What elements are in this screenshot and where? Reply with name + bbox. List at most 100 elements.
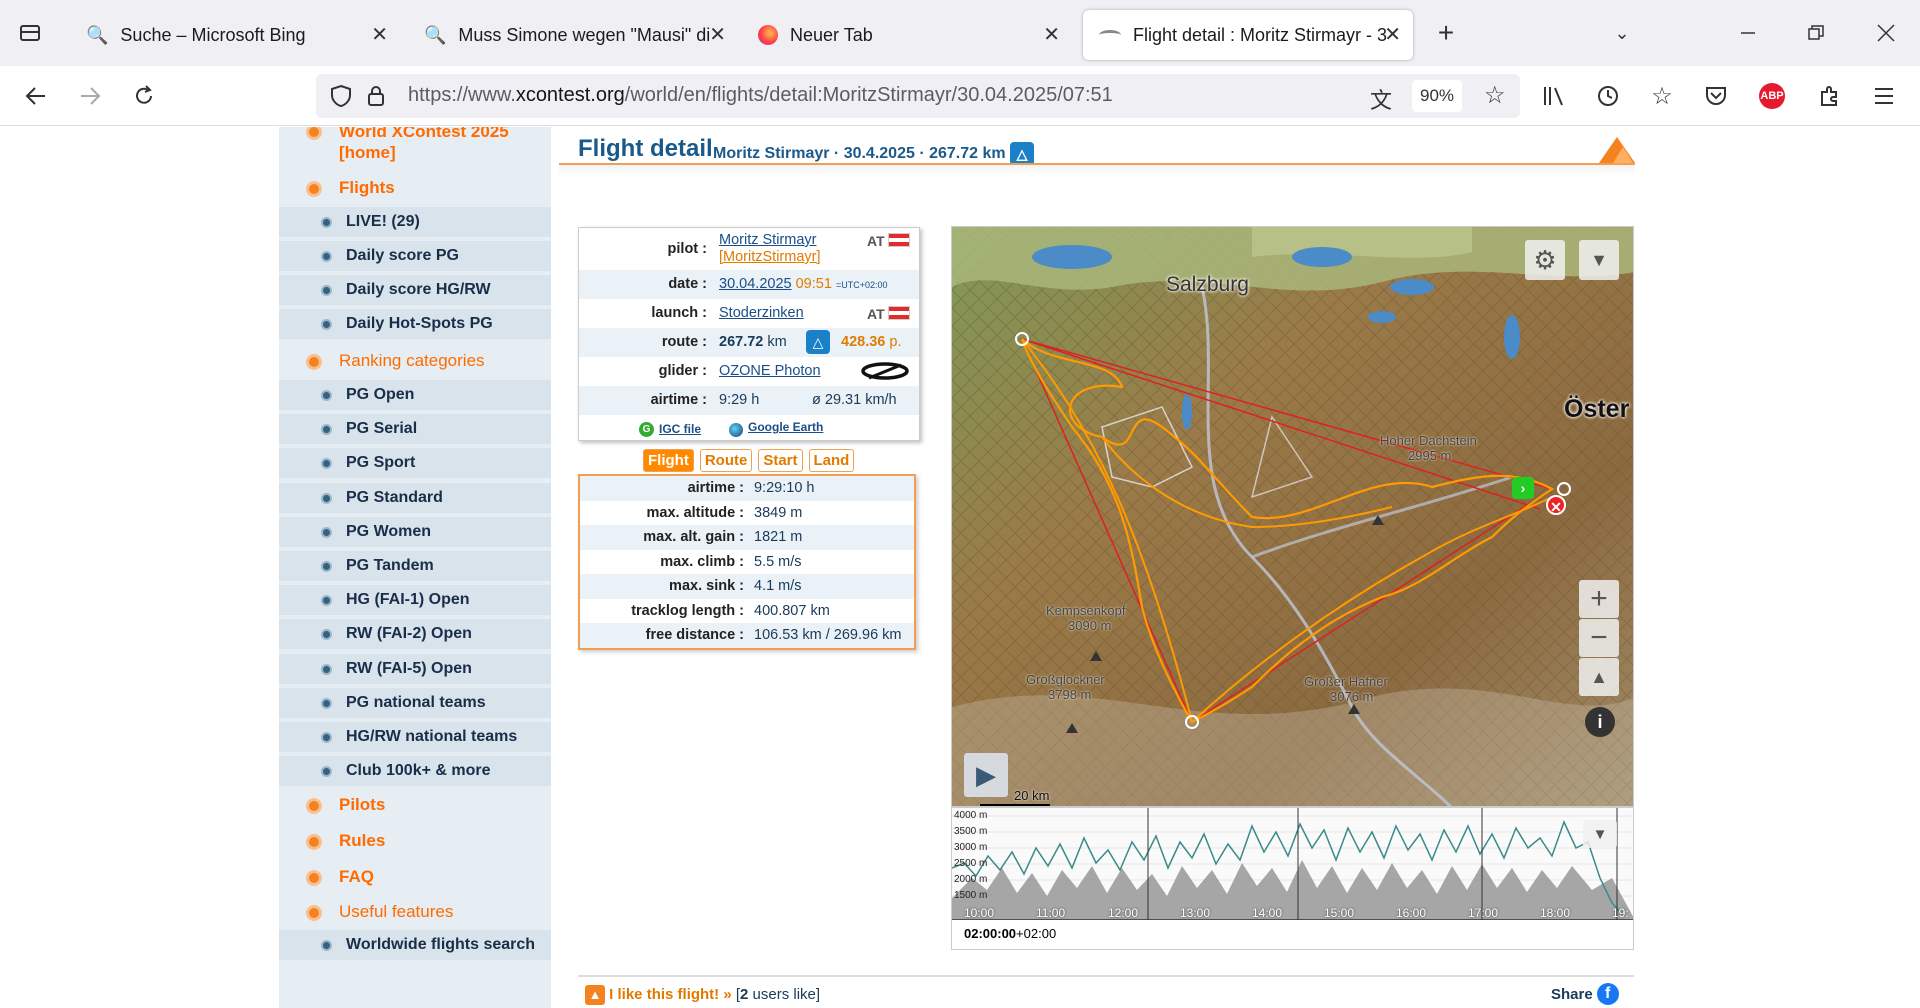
launch-link[interactable]: Stoderzinken bbox=[719, 305, 804, 321]
landing-marker-icon[interactable]: ✕ bbox=[1546, 495, 1566, 515]
window-close-icon[interactable] bbox=[1868, 15, 1904, 51]
new-tab-icon[interactable]: + bbox=[1428, 15, 1464, 51]
sidebar-item-ranking-5[interactable]: PG Tandem bbox=[279, 551, 551, 581]
like-flight-link[interactable]: I like this flight! » bbox=[609, 986, 732, 1003]
close-icon[interactable]: ✕ bbox=[709, 22, 726, 47]
thumbs-up-icon[interactable]: ▲ bbox=[585, 985, 605, 1005]
firefox-icon bbox=[758, 25, 778, 45]
date-link[interactable]: 30.04.2025 bbox=[719, 276, 792, 292]
tab-neuer-tab[interactable]: Neuer Tab ✕ bbox=[742, 10, 1072, 60]
route-km: 267.72 bbox=[719, 334, 764, 350]
close-icon[interactable]: ✕ bbox=[1384, 22, 1401, 47]
sidebar-useful-features[interactable]: Useful features bbox=[279, 902, 551, 922]
close-icon[interactable]: ✕ bbox=[1043, 22, 1060, 47]
sidebar-item-flights-2[interactable]: Daily score HG/RW bbox=[279, 275, 551, 305]
back-icon[interactable] bbox=[18, 78, 54, 114]
sidebar-flights[interactable]: Flights bbox=[279, 178, 551, 198]
chevron-down-icon[interactable]: ⌄ bbox=[1604, 15, 1640, 51]
zoom-in-button[interactable]: + bbox=[1579, 580, 1619, 618]
sidebar-pilots[interactable]: Pilots bbox=[279, 795, 551, 815]
bookmark-star-icon[interactable]: ☆ bbox=[1484, 81, 1506, 110]
bullet-icon bbox=[306, 905, 322, 921]
stat-label: max. altitude : bbox=[646, 504, 745, 521]
sidebar-item-label: PG Sport bbox=[346, 454, 416, 472]
sidebar-item-ranking-10[interactable]: HG/RW national teams bbox=[279, 722, 551, 752]
glider-row: glider : OZONE Photon bbox=[579, 357, 919, 386]
sidebar-item-ranking-4[interactable]: PG Women bbox=[279, 516, 551, 547]
forward-icon[interactable] bbox=[72, 78, 108, 114]
sidebar-item-ranking-0[interactable]: PG Open bbox=[279, 380, 551, 410]
history-icon[interactable] bbox=[1590, 78, 1626, 114]
info-icon[interactable]: i bbox=[1585, 707, 1615, 737]
library-icon[interactable] bbox=[1536, 78, 1572, 114]
minimize-icon[interactable] bbox=[1730, 15, 1766, 51]
chart-y-tick-label: 3000 m bbox=[954, 842, 988, 853]
stat-label: free distance : bbox=[645, 627, 744, 643]
igc-file-link[interactable]: IGC file bbox=[659, 422, 701, 436]
share-button[interactable]: Share f bbox=[1551, 983, 1619, 1005]
google-earth-link[interactable]: Google Earth bbox=[748, 420, 823, 434]
sidebar-item-ranking-8[interactable]: RW (FAI-5) Open bbox=[279, 653, 551, 684]
altitude-chart[interactable]: 4000 m 3500 m 3000 m 2500 m 2000 m 1500 m 10:… bbox=[951, 807, 1634, 950]
chevron-down-icon[interactable]: ▼ bbox=[1579, 240, 1619, 280]
flight-map[interactable]: › ✕ Salzburg Öster Hoher Dachstein 2995 … bbox=[951, 226, 1634, 807]
tab-overview-icon[interactable] bbox=[12, 15, 48, 51]
sidebar-item-flights-3[interactable]: Daily Hot-Spots PG bbox=[279, 309, 551, 339]
facebook-icon: f bbox=[1596, 983, 1619, 1005]
sidebar-item-useful-0[interactable]: Worldwide flights search bbox=[279, 930, 551, 960]
tab-bing[interactable]: 🔍 Suche – Microsoft Bing ✕ bbox=[70, 10, 400, 60]
close-icon[interactable]: ✕ bbox=[371, 22, 388, 47]
sidebar-item-ranking-6[interactable]: HG (FAI-1) Open bbox=[279, 585, 551, 616]
sidebar-label: Ranking categories bbox=[339, 351, 485, 370]
restore-icon[interactable] bbox=[1798, 15, 1834, 51]
sidebar-item-flights-1[interactable]: Daily score PG bbox=[279, 241, 551, 271]
play-button[interactable]: ▶ bbox=[964, 753, 1008, 797]
sidebar-rules[interactable]: Rules bbox=[279, 831, 551, 851]
tab-flight-detail[interactable]: Flight detail : Moritz Stirmayr - 3 ✕ bbox=[1083, 10, 1413, 60]
map-label-kempsenkopf: Kempsenkopf bbox=[1046, 603, 1126, 618]
reload-icon[interactable] bbox=[126, 78, 162, 114]
pilot-name-link[interactable]: Moritz Stirmayr bbox=[719, 232, 816, 248]
pilot-username-link[interactable]: [MoritzStirmayr] bbox=[719, 249, 821, 265]
adblock-plus-icon[interactable]: ABP bbox=[1754, 78, 1790, 114]
sidebar-item-label: Daily Hot-Spots PG bbox=[346, 315, 493, 332]
zoom-level[interactable]: 90% bbox=[1412, 80, 1462, 112]
tab-flight[interactable]: Flight bbox=[643, 449, 694, 472]
lock-icon[interactable] bbox=[366, 84, 386, 113]
tab-start[interactable]: Start bbox=[758, 449, 803, 472]
tab-muss-simone[interactable]: 🔍 Muss Simone wegen "Mausi" di ✕ bbox=[408, 10, 738, 60]
takeoff-marker-icon[interactable]: › bbox=[1512, 477, 1534, 499]
share-label: Share bbox=[1551, 985, 1593, 1003]
tab-route[interactable]: Route bbox=[699, 449, 753, 472]
translate-icon[interactable]: 文 bbox=[1370, 83, 1392, 115]
pocket-icon[interactable] bbox=[1698, 78, 1734, 114]
sidebar-ranking-categories[interactable]: Ranking categories bbox=[279, 351, 551, 371]
bullet-icon bbox=[321, 629, 332, 641]
sidebar-item-ranking-11[interactable]: Club 100k+ & more bbox=[279, 756, 551, 787]
bookmarks-icon[interactable]: ☆ bbox=[1644, 78, 1680, 114]
route-points: 428.36 p. bbox=[841, 334, 901, 350]
sidebar-item-ranking-9[interactable]: PG national teams bbox=[279, 687, 551, 718]
chevron-down-icon[interactable]: ▼ bbox=[1583, 820, 1617, 848]
url-text[interactable]: https://www.xcontest.org/world/en/flight… bbox=[408, 84, 1113, 107]
stat-value: 3849 m bbox=[754, 504, 803, 521]
sidebar-item-ranking-3[interactable]: PG Standard bbox=[279, 482, 551, 513]
extensions-icon[interactable] bbox=[1812, 78, 1848, 114]
menu-icon[interactable] bbox=[1866, 78, 1902, 114]
tab-land[interactable]: Land bbox=[808, 449, 855, 472]
map-label-grosser-hafner: Großer Hafner bbox=[1304, 674, 1388, 689]
sidebar-item-ranking-2[interactable]: PG Sport bbox=[279, 448, 551, 479]
sidebar-item-label: RW (FAI-5) Open bbox=[346, 659, 472, 677]
sidebar-item-flights-0[interactable]: LIVE! (29) bbox=[279, 207, 551, 237]
sidebar-item-ranking-1[interactable]: PG Serial bbox=[279, 414, 551, 445]
sidebar-item-ranking-7[interactable]: RW (FAI-2) Open bbox=[279, 619, 551, 650]
sidebar-home-link[interactable]: World XContest 2025 [home] bbox=[279, 127, 551, 163]
glider-link[interactable]: OZONE Photon bbox=[719, 363, 821, 379]
pilot-country-code: AT bbox=[867, 233, 885, 249]
sidebar-faq[interactable]: FAQ bbox=[279, 867, 551, 887]
zoom-out-button[interactable]: − bbox=[1579, 619, 1619, 657]
shield-icon[interactable] bbox=[330, 84, 352, 113]
url-bar[interactable]: https://www.xcontest.org/world/en/flight… bbox=[316, 74, 1520, 118]
gear-icon[interactable]: ⚙ bbox=[1525, 240, 1565, 280]
compass-icon[interactable]: ▲ bbox=[1579, 658, 1619, 696]
